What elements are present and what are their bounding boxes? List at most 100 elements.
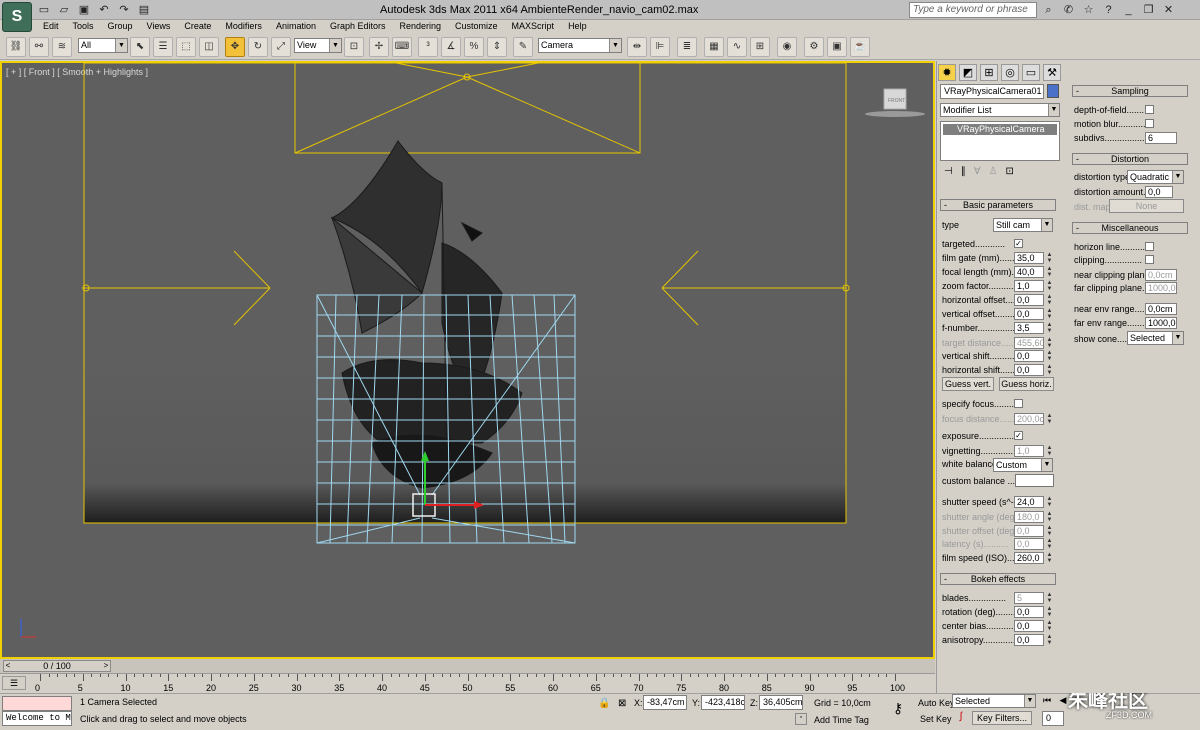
select-and-manipulate-icon[interactable]: ✢ [369,37,389,57]
param-value-field[interactable]: 0,0 [1014,308,1044,320]
spinner-arrows-icon[interactable]: ▲ ▼ [1046,252,1053,264]
project-folder-icon[interactable]: ▤ [136,2,152,18]
configure-modifier-sets-icon[interactable]: ⊡ [1006,166,1014,177]
param-value-field[interactable]: 40,0 [1014,266,1044,278]
make-unique-icon[interactable]: ∀ [974,166,981,177]
spinner-arrows-icon[interactable]: ▲ ▼ [1046,592,1053,604]
stack-item[interactable]: VRayPhysicalCamera [943,124,1057,135]
maxscript-listener-pink[interactable] [2,696,72,711]
menu-customize[interactable]: Customize [448,20,505,33]
go-to-start-icon[interactable]: ⏮ [1040,695,1054,709]
menu-group[interactable]: Group [101,20,140,33]
auto-key-button[interactable]: Auto Key [918,697,955,710]
horizon-line-checkbox[interactable] [1145,242,1154,251]
angle-snap-icon[interactable]: ∡ [441,37,461,57]
snaps-toggle-icon[interactable]: ³ [418,37,438,57]
layer-manager-icon[interactable]: ≣ [677,37,697,57]
create-tab-icon[interactable]: ✹ [938,64,956,81]
param-value-field[interactable]: 0,0 [1014,350,1044,362]
minimize-icon[interactable]: _ [1120,2,1137,18]
schematic-view-icon[interactable]: ⊞ [750,37,770,57]
distortion-rollout[interactable]: - Distortion [1072,153,1188,165]
show-cone-dropdown[interactable]: Selected ▼ [1127,331,1184,345]
param-value-field[interactable]: 5 [1014,592,1044,604]
spinner-arrows-icon[interactable]: ▲ ▼ [1046,413,1053,425]
spinner-arrows-icon[interactable]: ▲ ▼ [1046,350,1053,362]
utilities-tab-icon[interactable]: ⚒ [1043,64,1061,81]
current-frame-field[interactable]: 0 [1042,711,1064,726]
pivot-center-icon[interactable]: ⊡ [344,37,364,57]
x-coordinate-field[interactable]: -83,47cm [643,695,687,710]
motion-tab-icon[interactable]: ◎ [1001,64,1019,81]
spinner-arrows-icon[interactable]: ▲ ▼ [1046,337,1053,349]
keyboard-shortcut-toggle-icon[interactable]: ⌨ [392,37,412,57]
spinner-arrows-icon[interactable]: ▲ ▼ [1046,266,1053,278]
spinner-arrows-icon[interactable]: ▲ ▼ [1046,525,1053,537]
param-value-field[interactable]: 1,0 [1014,445,1044,457]
miscellaneous-rollout[interactable]: - Miscellaneous [1072,222,1188,234]
bind-space-warp-icon[interactable]: ≋ [52,37,72,57]
save-file-icon[interactable]: ▣ [76,2,92,18]
modify-tab-icon[interactable]: ◩ [959,64,977,81]
menu-rendering[interactable]: Rendering [393,20,449,33]
menu-views[interactable]: Views [140,20,178,33]
select-and-link-icon[interactable]: ⛓ [6,37,26,57]
custom-balance-swatch[interactable] [1015,474,1054,487]
open-file-icon[interactable]: ▱ [56,2,72,18]
spinner-arrows-icon[interactable]: ▲ ▼ [1046,364,1053,376]
param-value-field[interactable]: 0,0 [1014,294,1044,306]
camera-type-dropdown[interactable]: Still cam ▼ [993,218,1053,232]
spinner-arrows-icon[interactable]: ▲ ▼ [1046,496,1053,508]
spinner-arrows-icon[interactable]: ▲ ▼ [1046,294,1053,306]
edit-named-selection-icon[interactable]: ✎ [513,37,533,57]
far-env-field[interactable]: 1000,0c [1145,317,1177,329]
sampling-rollout[interactable]: - Sampling [1072,85,1188,97]
lock-selection-icon[interactable]: 🔒 [598,697,612,710]
close-icon[interactable]: ✕ [1160,2,1177,18]
param-checkbox[interactable] [1014,399,1023,408]
modifier-list-dropdown[interactable]: Modifier List ▼ [940,103,1060,117]
curve-editor-icon[interactable]: ∿ [727,37,747,57]
bokeh-effects-rollout[interactable]: - Bokeh effects [940,573,1056,585]
render-setup-icon[interactable]: ⚙ [804,37,824,57]
communication-center-icon[interactable]: ✆ [1060,2,1077,18]
param-checkbox[interactable]: ✓ [1014,431,1023,440]
object-color-swatch[interactable] [1047,84,1059,98]
param-value-field[interactable]: 0,0 [1014,620,1044,632]
spinner-arrows-icon[interactable]: ▲ ▼ [1046,511,1053,523]
param-value-field[interactable]: 260,0 [1014,552,1044,564]
spinner-arrows-icon[interactable]: ▲ ▼ [1046,322,1053,334]
render-teapot-icon[interactable]: ☕ [850,37,870,57]
favorites-star-icon[interactable]: ☆ [1080,2,1097,18]
basic-parameters-rollout[interactable]: - Basic parameters [940,199,1056,211]
add-time-tag[interactable]: Add Time Tag [814,714,869,727]
previous-frame-icon[interactable]: < [3,660,13,672]
spinner-arrows-icon[interactable]: ▲ ▼ [1046,634,1053,646]
select-and-scale-icon[interactable]: ⤢ [271,37,291,57]
redo-icon[interactable]: ↷ [116,2,132,18]
param-value-field[interactable]: 24,0 [1014,496,1044,508]
param-value-field[interactable]: 0,0 [1014,525,1044,537]
dist-map-button[interactable]: None [1109,199,1184,213]
hierarchy-tab-icon[interactable]: ⊞ [980,64,998,81]
absolute-mode-icon[interactable]: ⊠ [618,697,632,710]
spinner-arrows-icon[interactable]: ▲ ▼ [1046,552,1053,564]
select-and-move-icon[interactable]: ✥ [225,37,245,57]
guess-vert-button[interactable]: Guess vert. [942,377,994,391]
select-and-rotate-icon[interactable]: ↻ [248,37,268,57]
named-selection-dropdown[interactable]: Camera ▼ [538,38,622,53]
menu-edit[interactable]: Edit [36,20,66,33]
menu-maxscript[interactable]: MAXScript [505,20,562,33]
app-logo-icon[interactable]: S [2,2,32,32]
param-value-field[interactable]: 0,0 [1014,364,1044,376]
param-value-field[interactable]: 3,5 [1014,322,1044,334]
menu-create[interactable]: Create [177,20,218,33]
guess-horiz-button[interactable]: Guess horiz. [999,377,1054,391]
window-crossing-icon[interactable]: ◫ [199,37,219,57]
undo-icon[interactable]: ↶ [96,2,112,18]
next-frame-icon[interactable]: > [101,660,111,672]
new-file-icon[interactable]: ▭ [36,2,52,18]
param-value-field[interactable]: 1,0 [1014,280,1044,292]
motion-blur-checkbox[interactable] [1145,119,1154,128]
white-balance-dropdown[interactable]: Custom ▼ [993,458,1053,472]
